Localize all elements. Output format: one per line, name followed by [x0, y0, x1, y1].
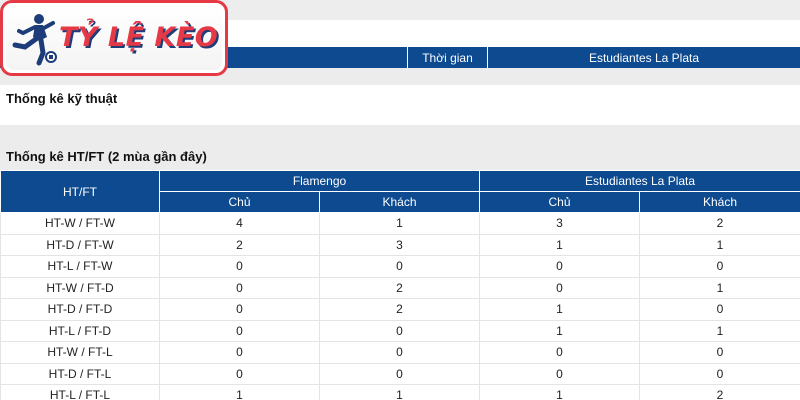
cell-value: 0	[319, 255, 480, 278]
cell-value: 4	[159, 212, 320, 235]
cell-value: 1	[479, 298, 640, 321]
logo-text: TỶ LỆ KÈO	[59, 22, 219, 53]
cell-value: 1	[639, 320, 800, 342]
table-row: HT-W / FT-D 0 2 0 1	[0, 277, 800, 299]
technical-stats-title: Thống kê kỹ thuật	[6, 91, 118, 106]
cell-value: 0	[479, 255, 640, 278]
soccer-player-icon	[12, 14, 57, 66]
table-row: HT-D / FT-D 0 2 1 0	[0, 298, 800, 321]
row-label: HT-L / FT-W	[0, 255, 160, 278]
cell-value: 0	[159, 255, 320, 278]
cell-value: 2	[639, 384, 800, 400]
cell-value: 1	[479, 234, 640, 256]
cell-value: 0	[639, 298, 800, 321]
section-separator	[0, 125, 800, 145]
table-row: HT-L / FT-L 1 1 1 2	[0, 384, 800, 400]
cell-value: 0	[639, 255, 800, 278]
cell-value: 2	[319, 298, 480, 321]
cell-value: 0	[159, 298, 320, 321]
cell-value: 0	[159, 320, 320, 342]
home-team-header: Flamengo	[159, 170, 480, 192]
cell-value: 1	[319, 384, 480, 400]
home-team-home-header: Chủ	[159, 191, 320, 213]
table-row: HT-W / FT-W 4 1 3 2	[0, 212, 800, 235]
row-label: HT-W / FT-L	[0, 341, 160, 364]
cell-value: 1	[319, 212, 480, 235]
cell-value: 0	[639, 341, 800, 364]
timeline-time-label: Thời gian	[408, 47, 488, 68]
timeline-away-team: Estudiantes La Plata	[488, 47, 800, 68]
row-label: HT-D / FT-L	[0, 363, 160, 385]
cell-value: 0	[319, 320, 480, 342]
cell-value: 1	[639, 234, 800, 256]
cell-value: 1	[479, 320, 640, 342]
cell-value: 0	[159, 277, 320, 299]
table-row: HT-L / FT-D 0 0 1 1	[0, 320, 800, 342]
htft-column-header: HT/FT	[0, 170, 160, 213]
table-row: HT-D / FT-L 0 0 0 0	[0, 363, 800, 385]
table-row: HT-L / FT-W 0 0 0 0	[0, 255, 800, 278]
row-label: HT-L / FT-L	[0, 384, 160, 400]
htft-table: HT/FT Flamengo Estudiantes La Plata Chủ …	[0, 170, 800, 400]
cell-value: 1	[479, 384, 640, 400]
row-label: HT-L / FT-D	[0, 320, 160, 342]
row-label: HT-W / FT-W	[0, 212, 160, 235]
cell-value: 0	[479, 363, 640, 385]
row-label: HT-W / FT-D	[0, 277, 160, 299]
row-label: HT-D / FT-D	[0, 298, 160, 321]
cell-value: 0	[319, 363, 480, 385]
table-row: HT-D / FT-W 2 3 1 1	[0, 234, 800, 256]
away-team-header: Estudiantes La Plata	[478, 170, 800, 192]
cell-value: 1	[639, 277, 800, 299]
cell-value: 1	[159, 384, 320, 400]
cell-value: 0	[479, 341, 640, 364]
cell-value: 0	[159, 363, 320, 385]
cell-value: 0	[639, 363, 800, 385]
cell-value: 0	[159, 341, 320, 364]
table-row: HT-W / FT-L 0 0 0 0	[0, 341, 800, 364]
cell-value: 2	[159, 234, 320, 256]
home-team-away-header: Khách	[319, 191, 480, 213]
cell-value: 0	[479, 277, 640, 299]
htft-stats-title: Thống kê HT/FT (2 mùa gần đây)	[6, 149, 207, 164]
cell-value: 2	[639, 212, 800, 235]
away-team-home-header: Chủ	[479, 191, 640, 213]
cell-value: 2	[319, 277, 480, 299]
away-team-away-header: Khách	[638, 191, 800, 213]
cell-value: 0	[319, 341, 480, 364]
cell-value: 3	[319, 234, 480, 256]
row-label: HT-D / FT-W	[0, 234, 160, 256]
site-logo[interactable]: TỶ LỆ KÈO	[0, 0, 228, 76]
cell-value: 3	[479, 212, 640, 235]
